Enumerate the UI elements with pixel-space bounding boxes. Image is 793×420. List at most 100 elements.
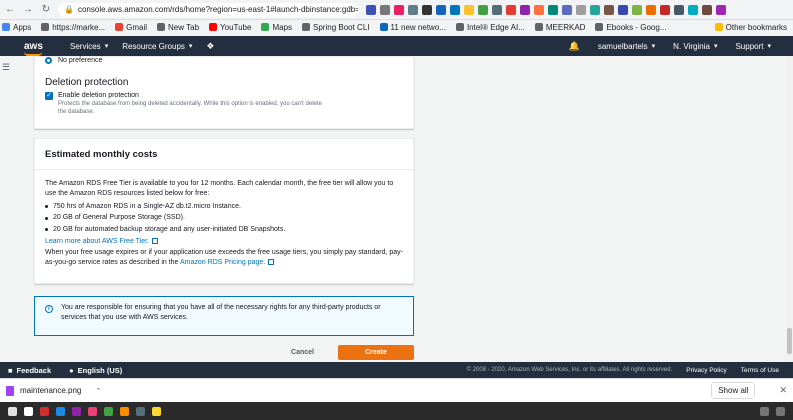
language-selector[interactable]: ● English (US) bbox=[69, 366, 122, 375]
address-bar[interactable]: 🔒 console.aws.amazon.com/rds/home?region… bbox=[58, 2, 358, 17]
costs-title: Estimated monthly costs bbox=[35, 139, 413, 170]
globe-icon: ● bbox=[69, 365, 74, 375]
close-icon[interactable]: ✕ bbox=[779, 385, 787, 396]
show-all-button[interactable]: Show all bbox=[711, 382, 756, 399]
services-menu[interactable]: Services ▾ bbox=[70, 42, 108, 51]
chevron-down-icon: ▾ bbox=[188, 43, 193, 50]
extension-icon[interactable] bbox=[548, 4, 558, 15]
extension-icon[interactable] bbox=[422, 4, 432, 15]
extension-icon[interactable] bbox=[660, 4, 670, 15]
extension-icon[interactable] bbox=[618, 4, 628, 15]
pricing-link[interactable]: Amazon RDS Pricing page. bbox=[180, 259, 265, 266]
terms-link[interactable]: Terms of Use bbox=[741, 367, 779, 374]
create-database-button[interactable]: Create database bbox=[338, 345, 414, 371]
bookmark-item[interactable]: Gmail bbox=[115, 23, 147, 32]
extension-icon[interactable] bbox=[576, 4, 586, 15]
globe-icon bbox=[302, 23, 311, 31]
downloads-bar: maintenance.png ⌃ Show all ✕ bbox=[0, 378, 793, 402]
feedback-button[interactable]: ■ Feedback bbox=[8, 366, 51, 375]
no-preference-option[interactable]: No preference bbox=[45, 57, 102, 64]
app-icon[interactable] bbox=[88, 406, 97, 416]
user-menu[interactable]: samuelbartels ▾ bbox=[598, 42, 655, 51]
extension-icon[interactable] bbox=[562, 4, 572, 15]
back-icon[interactable]: ← bbox=[4, 4, 16, 16]
tray-icon[interactable] bbox=[776, 406, 785, 416]
bookmark-item[interactable]: Maps bbox=[261, 23, 292, 32]
chevron-up-icon[interactable]: ⌃ bbox=[95, 387, 101, 395]
check-icon[interactable]: ✓ bbox=[45, 92, 53, 100]
app-icon[interactable] bbox=[24, 406, 33, 416]
estimated-costs-panel: Estimated monthly costs The Amazon RDS F… bbox=[34, 138, 414, 284]
extension-icon[interactable] bbox=[394, 4, 404, 15]
support-menu[interactable]: Support ▾ bbox=[735, 42, 771, 51]
bullet-icon bbox=[45, 205, 48, 209]
extension-icon[interactable] bbox=[688, 4, 698, 15]
app-icon[interactable] bbox=[120, 406, 129, 416]
extension-icon[interactable] bbox=[520, 4, 530, 15]
extension-icon[interactable] bbox=[632, 4, 642, 15]
app-icon[interactable] bbox=[40, 406, 49, 416]
scrollbar-thumb[interactable] bbox=[787, 328, 792, 354]
tray-icon[interactable] bbox=[760, 406, 769, 416]
bookmark-item[interactable]: Apps bbox=[2, 23, 31, 32]
extension-icon[interactable] bbox=[590, 4, 600, 15]
reload-icon[interactable]: ↻ bbox=[40, 4, 52, 16]
aws-logo[interactable]: aws bbox=[0, 41, 43, 56]
extension-icon[interactable] bbox=[716, 4, 726, 15]
gmail-icon bbox=[115, 23, 124, 31]
extension-icon[interactable] bbox=[450, 4, 460, 15]
aws-smile-icon bbox=[24, 52, 42, 56]
privacy-link[interactable]: Privacy Policy bbox=[686, 367, 726, 374]
globe-icon bbox=[41, 23, 50, 31]
extension-icons bbox=[366, 4, 726, 15]
other-bookmarks[interactable]: Other bookmarks bbox=[714, 23, 787, 32]
app-icon[interactable] bbox=[56, 406, 65, 416]
forward-icon[interactable]: → bbox=[22, 4, 34, 16]
bookmark-item[interactable]: Ebooks - Goog... bbox=[595, 23, 666, 32]
bookmark-item[interactable]: YouTube bbox=[209, 23, 251, 32]
extension-icon[interactable] bbox=[674, 4, 684, 15]
extension-icon[interactable] bbox=[366, 4, 376, 15]
bookmark-item[interactable]: MEERKAD bbox=[534, 23, 585, 32]
cancel-button[interactable]: Cancel bbox=[281, 346, 324, 359]
region-menu[interactable]: N. Virginia ▾ bbox=[673, 42, 717, 51]
app-icon[interactable] bbox=[136, 406, 145, 416]
pin-icon[interactable]: ❖ bbox=[206, 41, 214, 52]
extension-icon[interactable] bbox=[646, 4, 656, 15]
extension-icon[interactable] bbox=[380, 4, 390, 15]
menu-icon[interactable]: ☰ bbox=[2, 62, 10, 73]
extension-icon[interactable] bbox=[492, 4, 502, 15]
extension-icon[interactable] bbox=[464, 4, 474, 15]
app-icon[interactable] bbox=[152, 406, 161, 416]
chevron-down-icon: ▾ bbox=[651, 43, 656, 50]
extension-icon[interactable] bbox=[702, 4, 712, 15]
scrollbar[interactable] bbox=[786, 56, 793, 362]
app-icon[interactable] bbox=[8, 406, 17, 416]
globe-icon bbox=[455, 23, 464, 31]
info-alert: i You are responsible for ensuring that … bbox=[34, 296, 414, 336]
extension-icon[interactable] bbox=[408, 4, 418, 15]
bookmark-item[interactable]: 11 new netwo... bbox=[379, 23, 446, 32]
bell-icon[interactable]: 🔔 bbox=[569, 41, 580, 52]
resource-groups-menu[interactable]: Resource Groups ▾ bbox=[122, 42, 192, 51]
lock-icon: 🔒 bbox=[64, 5, 74, 14]
bookmark-item[interactable]: https://marke... bbox=[41, 23, 105, 32]
radio-button[interactable] bbox=[45, 57, 52, 64]
youtube-icon bbox=[209, 23, 218, 31]
learn-more-link[interactable]: Learn more about AWS Free Tier. bbox=[45, 238, 149, 245]
extension-icon[interactable] bbox=[604, 4, 614, 15]
app-icon[interactable] bbox=[104, 406, 113, 416]
bookmark-item[interactable]: Intel® Edge AI... bbox=[455, 23, 525, 32]
app-icon[interactable] bbox=[72, 406, 81, 416]
bookmark-item[interactable]: Spring Boot CLI bbox=[302, 23, 370, 32]
download-item[interactable]: maintenance.png ⌃ bbox=[6, 385, 106, 396]
extension-icon[interactable] bbox=[436, 4, 446, 15]
copyright-text: © 2008 - 2020, Amazon Web Services, Inc.… bbox=[466, 367, 673, 373]
deletion-protection-option[interactable]: ✓ Enable deletion protection Protects th… bbox=[45, 92, 328, 116]
extension-icon[interactable] bbox=[534, 4, 544, 15]
list-item: 750 hrs of Amazon RDS in a Single-AZ db.… bbox=[45, 201, 403, 213]
bookmark-item[interactable]: New Tab bbox=[157, 23, 199, 32]
extension-icon[interactable] bbox=[478, 4, 488, 15]
aws-top-nav: aws Services ▾ Resource Groups ▾ ❖ 🔔 samue… bbox=[0, 36, 793, 56]
extension-icon[interactable] bbox=[506, 4, 516, 15]
